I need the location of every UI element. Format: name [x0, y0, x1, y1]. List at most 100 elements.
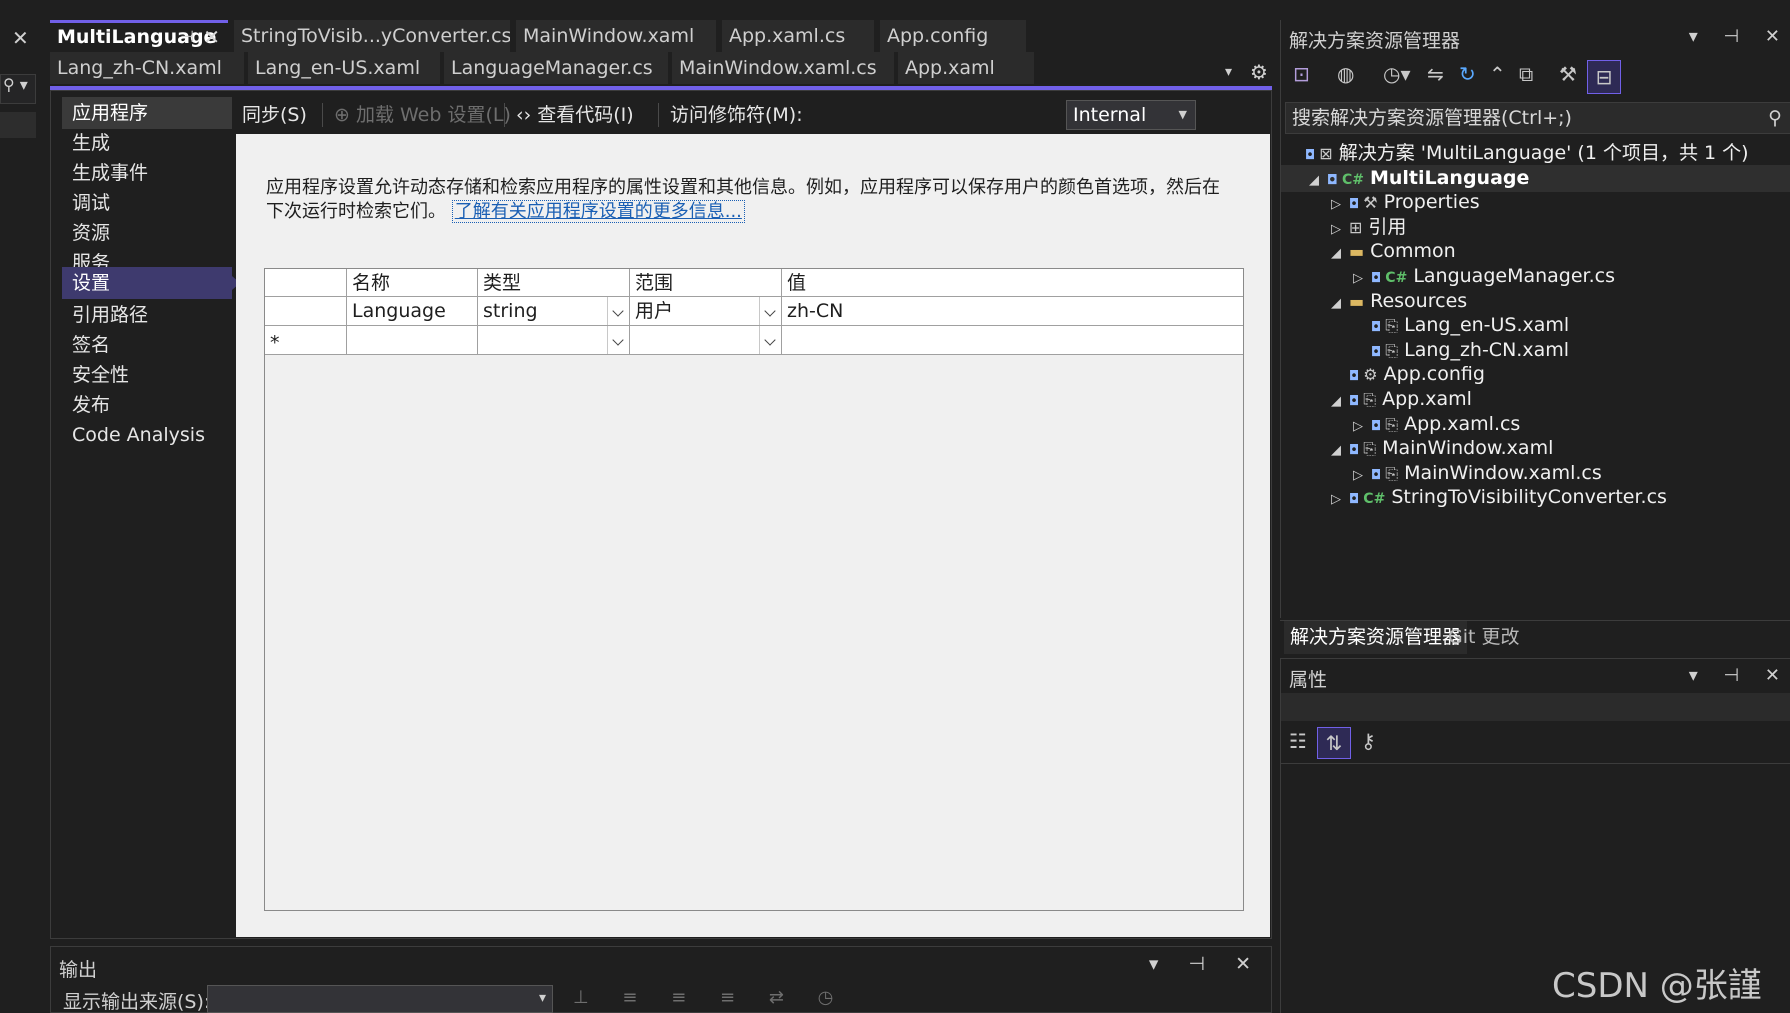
setting-value-cell[interactable]: zh-CN: [782, 297, 1243, 326]
gear-icon[interactable]: ⚙: [1250, 60, 1268, 84]
tree-item[interactable]: ▷ ◘ ⎘ App.xaml.cs: [1281, 411, 1790, 438]
tab-multilanguage[interactable]: MultiLanguage ⊣ ✕: [50, 20, 228, 52]
output-toolbar-icons[interactable]: ⊥ ≡ ≡ ≡ ⇄ ◷: [573, 987, 847, 1008]
tab-git-changes[interactable]: Git 更改: [1448, 621, 1520, 654]
nav-item-signing[interactable]: 签名: [62, 329, 232, 361]
tree-item[interactable]: ◢ ◘ C# MultiLanguage: [1281, 164, 1790, 192]
solution-explorer-title: 解决方案资源管理器: [1289, 30, 1461, 52]
panel-controls[interactable]: ▾ ⊣ ✕: [1149, 953, 1263, 975]
tab-solution-explorer[interactable]: 解决方案资源管理器: [1284, 621, 1468, 654]
setting-scope-cell[interactable]: 用户: [630, 297, 782, 326]
tree-item[interactable]: ▷ ◘ C# StringToVisibilityConverter.cs: [1281, 484, 1790, 511]
tab-stringtovisibility[interactable]: StringToVisib...yConverter.cs: [234, 20, 510, 52]
properties-title: 属性: [1289, 669, 1328, 691]
panel-controls[interactable]: ▾ ⊣ ✕: [1689, 26, 1790, 47]
collapsed-icon[interactable]: ▷: [1331, 486, 1349, 513]
tab-app-xaml[interactable]: App.xaml: [898, 52, 1034, 84]
nav-item-application[interactable]: 应用程序: [62, 97, 232, 129]
tab-lang-zh-cn[interactable]: Lang_zh-CN.xaml: [50, 52, 244, 84]
setting-value-cell[interactable]: [782, 326, 1243, 355]
view-code-label: 查看代码(I): [537, 104, 634, 126]
tab-app-xaml-cs[interactable]: App.xaml.cs: [722, 20, 874, 52]
solution-explorer-tabs: 解决方案资源管理器 Git 更改: [1280, 620, 1790, 654]
setting-name-cell[interactable]: Language: [347, 297, 478, 326]
nav-item-settings[interactable]: 设置: [62, 267, 240, 299]
tree-item[interactable]: ◘ ⎘ Lang_en-US.xaml: [1281, 312, 1790, 339]
tree-item[interactable]: ◢ ▬ Common: [1281, 238, 1790, 265]
setting-name-cell[interactable]: [347, 326, 478, 355]
show-all-files-icon[interactable]: ⧉: [1519, 62, 1533, 86]
categorized-icon[interactable]: ☷: [1289, 729, 1307, 753]
search-icon[interactable]: ⚲: [1768, 103, 1782, 133]
preview-icon[interactable]: ⊟: [1587, 60, 1621, 94]
panel-controls[interactable]: ▾ ⊣ ✕: [1689, 665, 1790, 686]
chevron-down-icon[interactable]: [759, 326, 781, 354]
close-icon[interactable]: ✕: [12, 26, 29, 50]
column-header-scope[interactable]: 范围: [630, 269, 782, 297]
chevron-down-icon[interactable]: [759, 297, 781, 325]
nav-item-code-analysis[interactable]: Code Analysis: [62, 419, 232, 451]
left-search-button[interactable]: ⚲ ▾: [0, 74, 36, 104]
solution-search-input[interactable]: 搜索解决方案资源管理器(Ctrl+;) ⚲: [1285, 102, 1790, 134]
access-modifier-value: Internal: [1073, 104, 1147, 126]
nav-item-resources[interactable]: 资源: [62, 217, 232, 249]
learn-more-link[interactable]: 了解有关应用程序设置的更多信息...: [451, 200, 745, 223]
sync-icon[interactable]: ⇋: [1427, 62, 1444, 86]
row-header[interactable]: [265, 297, 347, 326]
tab-mainwindow-xaml[interactable]: MainWindow.xaml: [516, 20, 716, 52]
tab-languagemanager[interactable]: LanguageManager.cs: [444, 52, 668, 84]
tree-item[interactable]: ▷ ◘ C# LanguageManager.cs: [1281, 263, 1790, 290]
nav-item-build-events[interactable]: 生成事件: [62, 157, 232, 189]
setting-type-cell[interactable]: [478, 326, 630, 355]
tab-mainwindow-xaml-cs[interactable]: MainWindow.xaml.cs: [672, 52, 894, 84]
setting-type-cell[interactable]: string: [478, 297, 630, 326]
nav-item-publish[interactable]: 发布: [62, 389, 232, 421]
nav-item-build[interactable]: 生成: [62, 127, 232, 159]
tab-overflow-icon[interactable]: ▾: [1225, 64, 1232, 80]
nav-item-security[interactable]: 安全性: [62, 359, 232, 391]
tab-label: App.config: [887, 25, 989, 47]
tab-app-config[interactable]: App.config: [880, 20, 1026, 52]
nav-item-debug[interactable]: 调试: [62, 187, 232, 219]
tree-item[interactable]: ▷ ◘ ⚒ Properties: [1281, 189, 1790, 216]
alphabetical-icon[interactable]: ⇅: [1317, 727, 1351, 759]
load-web-settings-label: 加载 Web 设置(L): [355, 104, 511, 126]
tree-item[interactable]: ◢ ◘ ⎘ MainWindow.xaml: [1281, 435, 1790, 462]
column-header-value[interactable]: 值: [782, 269, 1243, 297]
tree-item[interactable]: ◢ ▬ Resources: [1281, 288, 1790, 315]
tree-item[interactable]: ▷ ◘ ⎘ MainWindow.xaml.cs: [1281, 460, 1790, 487]
tree-item[interactable]: ◘ ⎘ Lang_zh-CN.xaml: [1281, 337, 1790, 364]
close-icon[interactable]: ✕: [203, 23, 220, 51]
load-web-settings-button[interactable]: ⊕ 加载 Web 设置(L): [334, 97, 511, 133]
history-icon[interactable]: ◷▾: [1383, 62, 1411, 86]
nav-item-reference-paths[interactable]: 引用路径: [62, 299, 232, 331]
pin-icon[interactable]: ⊣: [180, 23, 194, 51]
output-panel: 输出 ▾ ⊣ ✕ 显示输出来源(S): ⊥ ≡ ≡ ≡ ⇄ ◷: [50, 946, 1272, 1013]
wrench-icon[interactable]: ⚒: [1559, 62, 1577, 86]
column-header-name[interactable]: 名称: [347, 269, 478, 297]
sync-button[interactable]: 同步(S): [242, 97, 307, 133]
xaml-file-icon: ⎘: [1363, 439, 1377, 459]
code-icon: ‹›: [516, 104, 532, 126]
globe-icon[interactable]: ◍: [1337, 62, 1354, 86]
access-modifier-select[interactable]: Internal ▼: [1066, 100, 1196, 130]
property-pages-icon[interactable]: ⚷: [1361, 729, 1376, 753]
properties-object-bar: [1281, 693, 1790, 721]
tree-item[interactable]: ◢ ◘ ⎘ App.xaml: [1281, 386, 1790, 413]
tree-item[interactable]: ◘ ⚙ App.config: [1281, 361, 1790, 388]
tab-lang-en-us[interactable]: Lang_en-US.xaml: [248, 52, 440, 84]
output-source-select[interactable]: [207, 985, 553, 1013]
tree-item[interactable]: ▷ ⊞ 引用: [1281, 214, 1790, 241]
tree-item[interactable]: ◘ ⊠ 解决方案 'MultiLanguage' (1 个项目，共 1 个): [1281, 140, 1790, 167]
lock-icon: ◘: [1349, 492, 1360, 508]
chevron-down-icon[interactable]: [607, 326, 629, 354]
switch-views-icon[interactable]: ⊡: [1293, 62, 1310, 86]
refresh-icon[interactable]: ↻: [1459, 62, 1476, 86]
view-code-button[interactable]: ‹› 查看代码(I): [516, 97, 634, 133]
collapse-all-icon[interactable]: ⌃: [1489, 62, 1506, 86]
setting-scope-cell[interactable]: [630, 326, 782, 355]
new-row-header[interactable]: *: [265, 326, 347, 355]
column-header-type[interactable]: 类型: [478, 269, 630, 297]
chevron-down-icon[interactable]: [607, 297, 629, 325]
solution-tree: ◘ ⊠ 解决方案 'MultiLanguage' (1 个项目，共 1 个) ◢ ◘ C#…: [1281, 140, 1790, 510]
